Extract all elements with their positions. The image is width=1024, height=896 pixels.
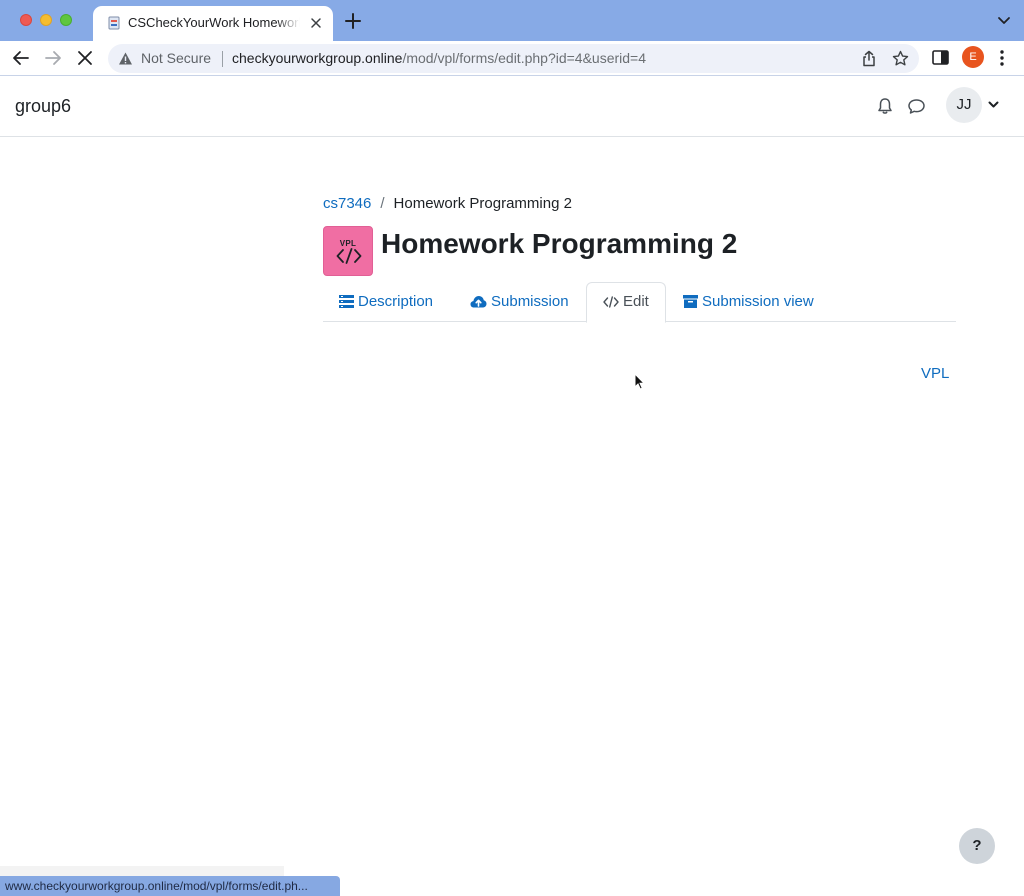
address-divider <box>222 51 223 67</box>
tab-description-label: Description <box>358 293 434 310</box>
code-icon <box>603 296 619 308</box>
security-status-label[interactable]: Not Secure <box>141 50 211 66</box>
tab-submission-view-label: Submission view <box>702 293 814 310</box>
site-favicon-icon <box>108 16 120 30</box>
tab-description[interactable]: Description <box>339 282 433 322</box>
vpl-link[interactable]: VPL <box>921 365 949 382</box>
profile-avatar-icon[interactable]: E <box>962 46 984 68</box>
vpl-activity-icon: VPL <box>323 226 373 276</box>
user-menu-chevron-icon[interactable] <box>988 101 999 109</box>
stop-loading-icon[interactable] <box>73 47 97 69</box>
window-minimize-button[interactable] <box>40 14 52 26</box>
tab-search-chevron-icon[interactable] <box>997 15 1011 27</box>
url-path: /mod/vpl/forms/edit.php?id=4&userid=4 <box>402 50 647 66</box>
tab-edit[interactable]: Edit <box>586 282 666 323</box>
share-icon[interactable] <box>861 50 877 67</box>
address-bar[interactable]: Not Secure checkyourworkgroup.online/mod… <box>108 44 919 73</box>
notifications-bell-icon[interactable] <box>876 97 894 115</box>
page-title: Homework Programming 2 <box>381 228 738 259</box>
messages-chat-icon[interactable] <box>907 98 926 115</box>
breadcrumb-separator: / <box>380 195 385 212</box>
tab-submission-view[interactable]: Submission view <box>683 282 814 322</box>
cloud-upload-icon <box>470 296 487 308</box>
link-status-bar: www.checkyourworkgroup.online/mod/vpl/fo… <box>0 876 340 896</box>
browser-tab-active[interactable]: CSCheckYourWork Homework <box>93 6 333 41</box>
vpl-icon-label: VPL <box>339 239 357 248</box>
tab-submission-label: Submission <box>491 293 569 310</box>
list-icon <box>339 295 354 308</box>
status-bar-shadow <box>0 866 284 876</box>
site-navbar: group6 JJ <box>0 77 1024 137</box>
activity-tabs: Description Submission Edit Submission v… <box>323 282 956 323</box>
back-arrow-icon[interactable] <box>9 47 33 69</box>
window-zoom-button[interactable] <box>60 14 72 26</box>
user-avatar[interactable]: JJ <box>946 87 982 123</box>
tab-close-icon[interactable] <box>308 15 324 31</box>
warning-triangle-icon[interactable] <box>118 51 133 66</box>
url-host: checkyourworkgroup.online <box>232 50 403 66</box>
browser-menu-icon[interactable] <box>999 49 1005 67</box>
forward-arrow-icon[interactable] <box>41 47 65 69</box>
site-name[interactable]: group6 <box>15 96 71 117</box>
breadcrumb-course-link[interactable]: cs7346 <box>323 195 371 212</box>
new-tab-icon[interactable] <box>344 12 362 30</box>
browser-tab-strip: CSCheckYourWork Homework <box>0 0 1024 41</box>
tab-submission[interactable]: Submission <box>470 282 569 322</box>
tab-edit-label: Edit <box>623 293 649 310</box>
bookmark-star-icon[interactable] <box>892 50 909 67</box>
breadcrumb-current: Homework Programming 2 <box>393 195 572 212</box>
mouse-pointer-icon <box>634 373 645 390</box>
code-brackets-icon <box>336 248 362 264</box>
browser-toolbar: Not Secure checkyourworkgroup.online/mod… <box>0 41 1024 76</box>
archive-icon <box>683 295 698 308</box>
help-button[interactable]: ? <box>959 828 995 864</box>
side-panel-icon[interactable] <box>932 50 949 65</box>
breadcrumb: cs7346 / Homework Programming 2 <box>323 195 572 212</box>
window-close-button[interactable] <box>20 14 32 26</box>
url-text[interactable]: checkyourworkgroup.online/mod/vpl/forms/… <box>232 50 646 66</box>
browser-tab-title: CSCheckYourWork Homework <box>128 15 300 30</box>
